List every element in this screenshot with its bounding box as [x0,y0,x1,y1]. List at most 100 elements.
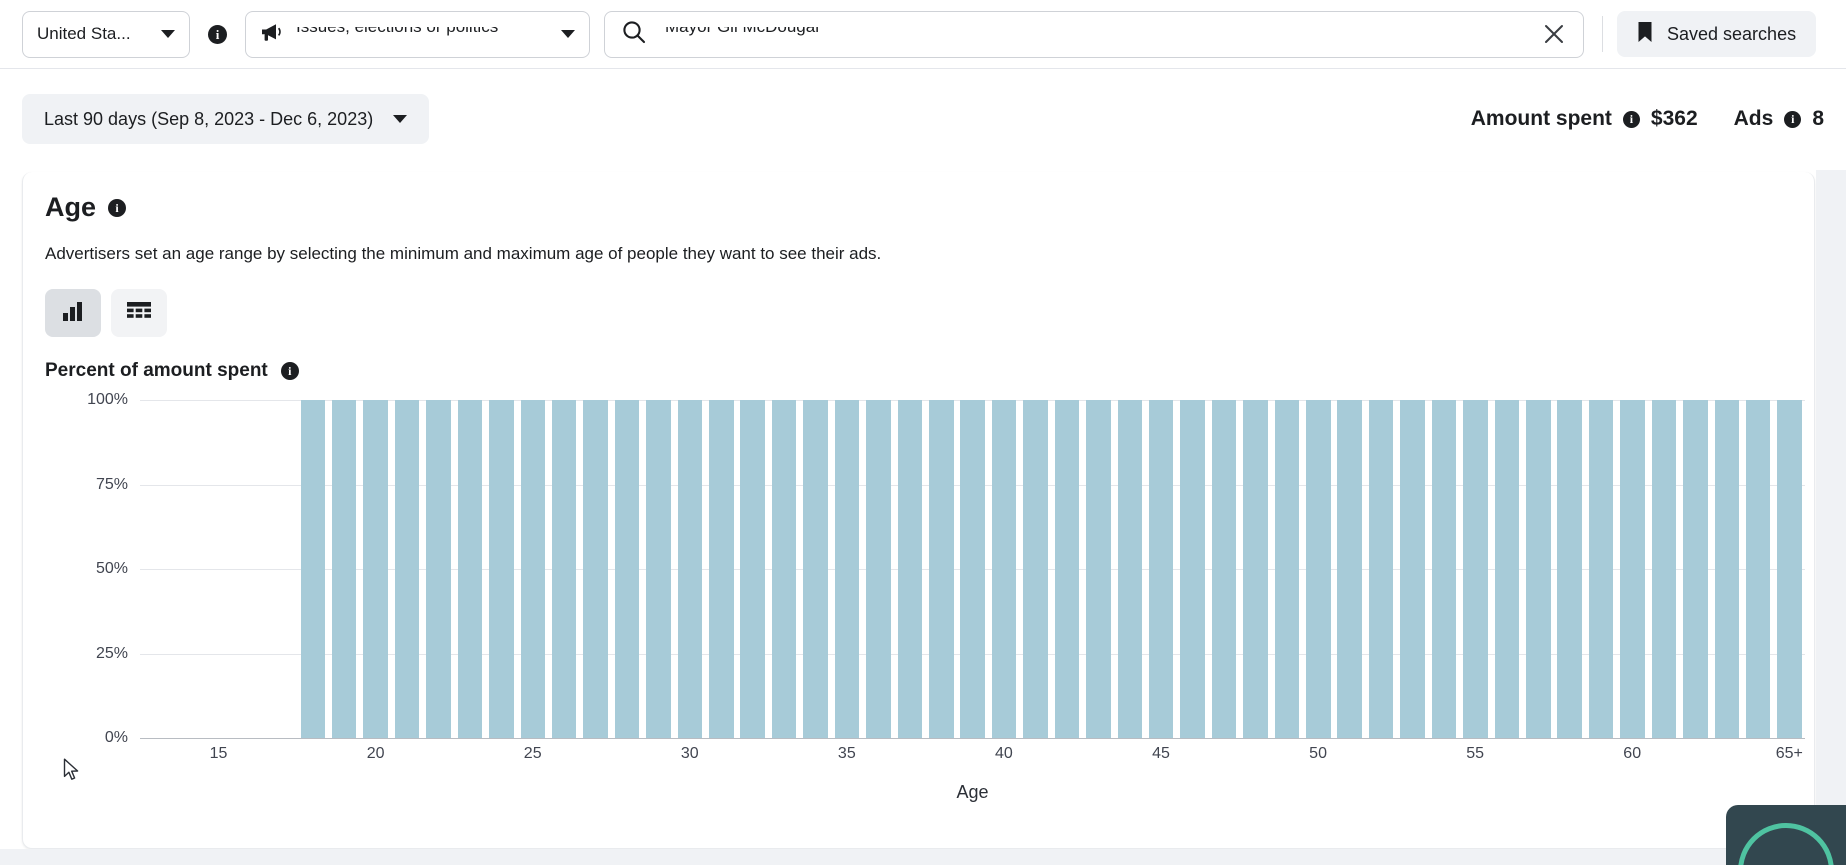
chart-bar[interactable] [1023,400,1048,738]
chart-bar[interactable] [457,400,483,738]
category-selector[interactable]: Issues, elections or politics [245,10,590,58]
info-icon[interactable]: i [280,362,299,380]
chart-bar[interactable] [1243,400,1268,738]
date-range-selector[interactable]: Last 90 days (Sep 8, 2023 - Dec 6, 2023) [22,94,430,144]
chart-bar[interactable] [1431,400,1457,738]
country-selector[interactable]: United Sta... [22,10,190,58]
chat-widget[interactable] [1726,805,1846,865]
chart-bar[interactable] [1306,400,1331,738]
saved-searches-button[interactable]: Saved searches [1617,11,1817,57]
chart-bar-slot [800,400,831,738]
chart-bar[interactable] [426,400,451,738]
search-icon [621,19,647,50]
chart-bar[interactable] [1180,400,1205,738]
chart-bar[interactable] [709,400,734,738]
chart-bar[interactable] [1211,400,1237,738]
chart-bar-slot [297,400,328,738]
megaphone-icon [260,22,284,47]
view-toggle-group [45,289,1792,337]
chart-bar[interactable] [1620,400,1645,738]
chart-bar[interactable] [1463,400,1488,738]
chart-bar[interactable] [677,400,703,738]
chart-bar[interactable] [1557,400,1582,738]
chevron-down-icon [161,30,175,38]
chart-x-axis: 15 20 25 30 35 40 45 50 55 60 65+ [140,739,1805,769]
chart-bar[interactable] [394,400,420,738]
chart-bar[interactable] [1588,400,1614,738]
stat-ads-value: 8 [1812,107,1824,130]
chart-bar[interactable] [1054,400,1080,738]
chart-bar[interactable] [1368,400,1394,738]
chart-bar[interactable] [1117,400,1143,738]
chart-bar[interactable] [646,400,671,738]
chart-bar[interactable] [1086,400,1111,738]
info-icon[interactable]: i [1784,110,1802,128]
x-axis-tick-label: 40 [995,745,1013,762]
chart-bar[interactable] [331,400,357,738]
chart-bar[interactable] [551,400,577,738]
stat-amount-spent-value: $362 [1650,107,1698,130]
chart-bar-slot [203,400,234,738]
close-icon[interactable] [1541,21,1567,47]
saved-searches-label: Saved searches [1667,23,1797,44]
chart-bar[interactable] [1274,400,1300,738]
chart-bar-slot [517,400,548,738]
chart-bar[interactable] [897,400,923,738]
age-bar-chart: 0% 25% 50% 75% 100% 15 20 25 30 35 40 45 50 55 60 65+ … [45,391,1805,820]
chart-bar[interactable] [1683,400,1708,738]
chart-bar[interactable] [771,400,797,738]
chart-bar[interactable] [1526,400,1551,738]
chart-bar-slot [1146,400,1177,738]
info-icon[interactable]: i [108,198,127,217]
chart-view-button[interactable] [45,289,101,337]
chart-bar-slot [548,400,579,738]
chevron-down-icon [561,30,575,38]
chart-bar[interactable] [960,400,985,738]
page-title: Age [45,192,97,222]
country-selector-label: United Sta... [37,24,131,43]
chart-bar-slot [171,400,202,738]
chart-bar-slot [1711,400,1742,738]
chart-bar[interactable] [834,400,860,738]
bar-chart-icon [61,300,85,327]
chart-bar[interactable] [583,400,608,738]
metric-header: Percent of amount spent i [45,360,1792,382]
chart-bar[interactable] [363,400,388,738]
chart-bar[interactable] [740,400,765,738]
filter-bar: Last 90 days (Sep 8, 2023 - Dec 6, 2023)… [0,69,1846,169]
chart-bar-slot [1177,400,1208,738]
chart-bar[interactable] [991,400,1017,738]
chart-bar[interactable] [489,400,514,738]
chart-bar[interactable] [614,400,640,738]
chart-bar-slot [1397,400,1428,738]
chart-bar[interactable] [300,400,326,738]
chart-bar[interactable] [1148,400,1174,738]
chart-bar[interactable] [929,400,954,738]
chart-bar[interactable] [1337,400,1362,738]
chart-bar-slot [1680,400,1711,738]
chart-bar-slot [737,400,768,738]
chart-bar-slot [234,400,265,738]
chart-bar[interactable] [803,400,828,738]
chart-bar-slot [1523,400,1554,738]
chart-bar-slot [1020,400,1051,738]
info-icon[interactable]: i [208,24,227,44]
chart-bar[interactable] [1651,400,1677,738]
chart-bar[interactable] [1777,400,1802,738]
table-view-button[interactable] [111,289,167,337]
search-field[interactable]: Mayor Gil McDougal [604,10,1584,58]
search-input-value[interactable]: Mayor Gil McDougal [665,27,819,37]
chart-bar-slot [140,400,171,738]
info-icon[interactable]: i [1622,110,1640,128]
chart-bar-slot [1334,400,1365,738]
chart-bar[interactable] [1745,400,1771,738]
x-axis-tick-label: 50 [1309,745,1327,762]
page-background-strip [0,849,1846,865]
chart-bar[interactable] [1400,400,1425,738]
table-icon [126,301,152,326]
chart-bar-slot [768,400,799,738]
chart-bar[interactable] [866,400,891,738]
chart-bar[interactable] [520,400,546,738]
chart-bar[interactable] [1494,400,1520,738]
chart-bar[interactable] [1714,400,1740,738]
